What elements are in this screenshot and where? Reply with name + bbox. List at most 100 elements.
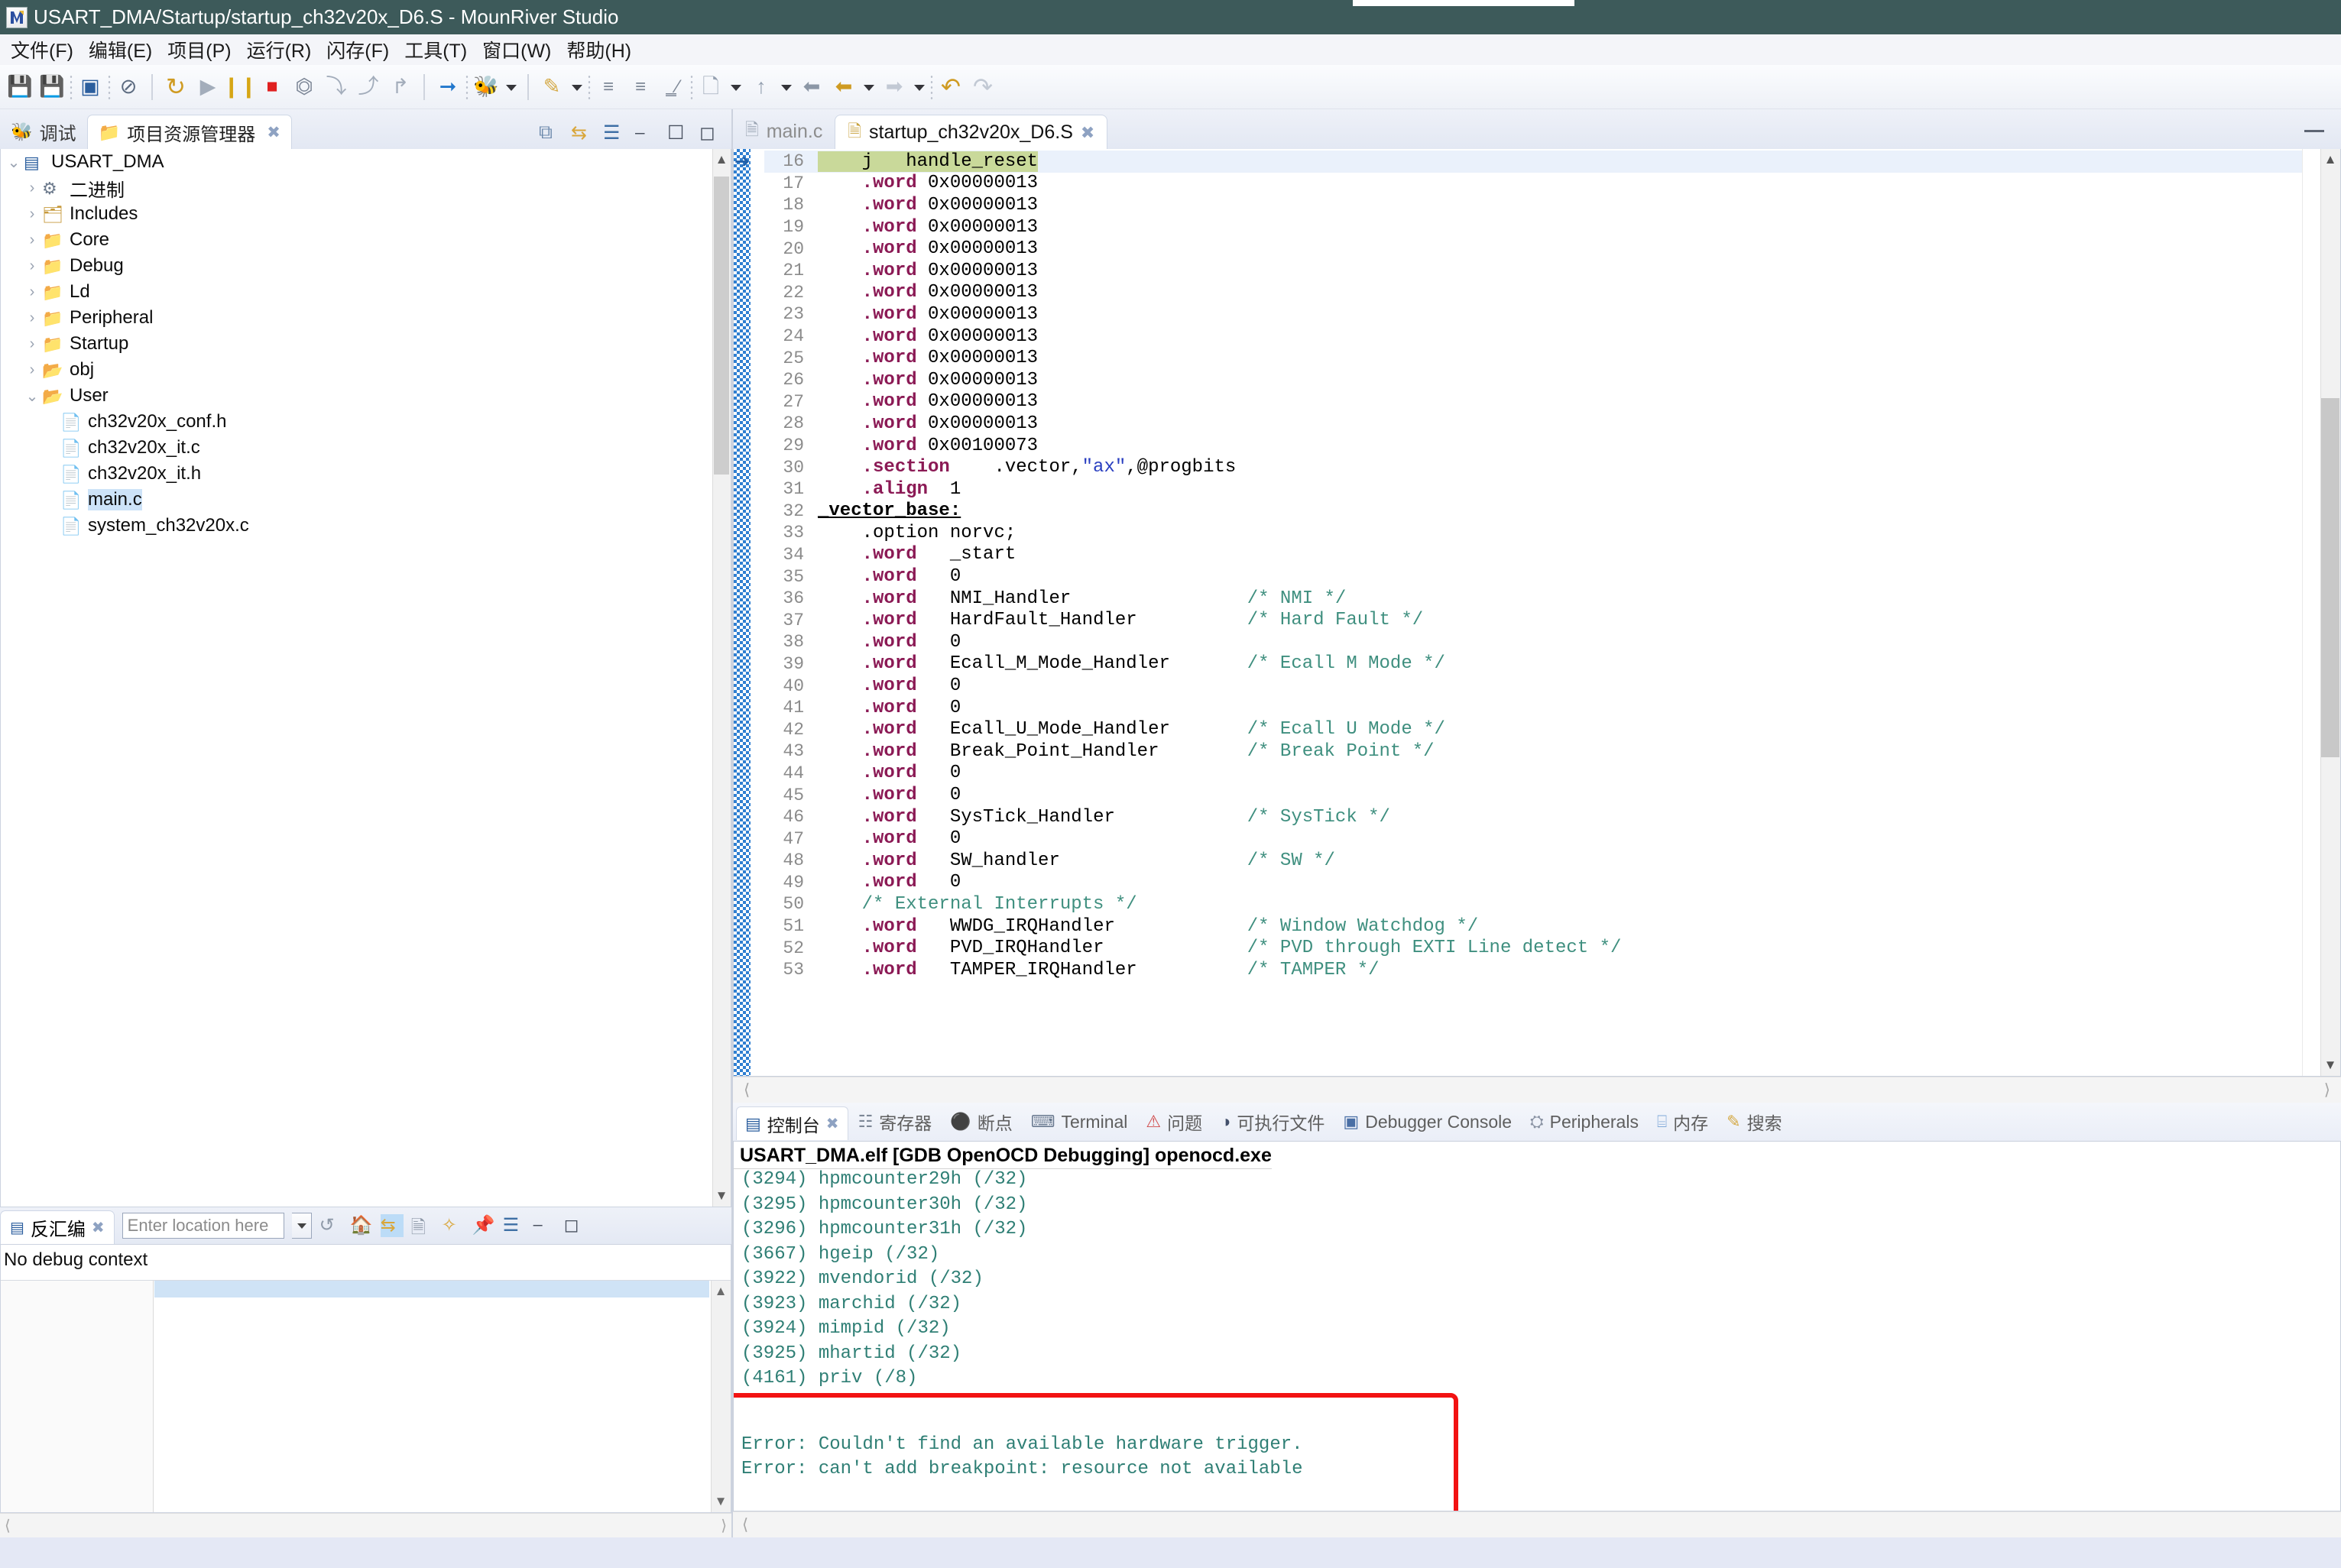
console-tab-peripherals[interactable]: ⛭ Peripherals bbox=[1522, 1105, 1647, 1139]
menu-edit[interactable]: 编辑(E) bbox=[81, 34, 160, 65]
console-tab-breakpoints[interactable]: ⚫ 断点 bbox=[942, 1105, 1020, 1139]
resume-icon[interactable]: ▶ bbox=[193, 72, 223, 102]
console-horizontal-scrollbar[interactable]: ⟨ bbox=[733, 1511, 2341, 1537]
code-line[interactable]: 19 .word 0x00000013 bbox=[764, 216, 2340, 238]
last-edit-location-icon[interactable]: ⬅ bbox=[796, 72, 827, 102]
forward-caret-icon[interactable] bbox=[911, 72, 928, 102]
disassembly-vertical-scrollbar[interactable]: ▲ ▼ bbox=[711, 1281, 731, 1512]
close-icon[interactable]: ✖ bbox=[826, 1114, 839, 1133]
code-line[interactable]: 32 _vector_base: bbox=[764, 501, 2340, 523]
collapsed-twisty-icon[interactable]: › bbox=[22, 335, 42, 353]
menu-file[interactable]: 文件(F) bbox=[3, 34, 81, 65]
disassembly-horizontal-scrollbar[interactable]: ⟨ ⟩ bbox=[0, 1513, 731, 1537]
back-icon[interactable]: ⬅ bbox=[828, 72, 859, 102]
view-tab-project-explorer[interactable]: 📁 项目资源管理器 ✖ bbox=[86, 115, 292, 150]
code-line[interactable]: 45 .word 0 bbox=[764, 784, 2340, 806]
expanded-twisty-icon[interactable]: ⌄ bbox=[22, 387, 42, 406]
code-line[interactable]: 46 .word SysTick_Handler /* SysTick */ bbox=[764, 806, 2340, 828]
show-source-icon[interactable]: 🗎 bbox=[411, 1214, 434, 1238]
collapsed-twisty-icon[interactable]: › bbox=[22, 361, 42, 379]
disconnect-icon[interactable]: ⏣ bbox=[289, 72, 319, 102]
code-line[interactable]: 22 .word 0x00000013 bbox=[764, 282, 2340, 304]
toolbar-grip[interactable] bbox=[107, 73, 112, 100]
debug-icon[interactable]: 🐝 bbox=[471, 72, 501, 102]
step-into-icon[interactable]: ⤵ bbox=[321, 72, 352, 102]
toolbar-grip[interactable] bbox=[465, 73, 469, 100]
menu-help[interactable]: 帮助(H) bbox=[559, 34, 639, 65]
minimize-icon[interactable]: ⎯ bbox=[533, 1214, 556, 1237]
menu-window[interactable]: 窗口(W) bbox=[475, 34, 559, 65]
location-dropdown-icon[interactable] bbox=[291, 1213, 312, 1239]
tree-item-ch32v20x-conf-h[interactable]: 📄 ch32v20x_conf.h bbox=[1, 409, 731, 435]
code-line[interactable]: 25 .word 0x00000013 bbox=[764, 347, 2340, 369]
link-with-editor-icon[interactable]: ⇆ bbox=[571, 121, 594, 144]
view-tab-disassembly[interactable]: ▤ 反汇编 ✖ bbox=[0, 1210, 115, 1244]
code-line[interactable]: 17 .word 0x00000013 bbox=[764, 173, 2340, 195]
code-line[interactable]: 39 .word Ecall_M_Mode_Handler /* Ecall M… bbox=[764, 653, 2340, 675]
code-line[interactable]: 35 .word 0 bbox=[764, 565, 2340, 588]
code-line[interactable]: 41 .word 0 bbox=[764, 697, 2340, 719]
code-line[interactable]: 38 .word 0 bbox=[764, 631, 2340, 653]
code-line[interactable]: 31 .align 1 bbox=[764, 478, 2340, 501]
back-caret-icon[interactable] bbox=[861, 72, 877, 102]
debug-dropdown-caret-icon[interactable] bbox=[503, 72, 520, 102]
toolbar-grip[interactable] bbox=[587, 73, 592, 100]
step-over-icon[interactable]: ⤴ bbox=[353, 72, 384, 102]
code-line[interactable]: 29 .word 0x00100073 bbox=[764, 435, 2340, 457]
code-line[interactable]: 42 .word Ecall_U_Mode_Handler /* Ecall U… bbox=[764, 718, 2340, 740]
download-file-icon[interactable]: 🗋 bbox=[695, 72, 726, 102]
new-c-file-icon[interactable]: ≡ bbox=[593, 72, 624, 102]
code-line[interactable]: 23 .word 0x00000013 bbox=[764, 303, 2340, 326]
view-menu-icon[interactable]: ☰ bbox=[503, 1214, 526, 1237]
editor-vertical-scrollbar[interactable]: ▲ ▼ bbox=[2320, 149, 2340, 1076]
upload-caret-icon[interactable] bbox=[778, 72, 795, 102]
scroll-down-icon[interactable]: ▼ bbox=[711, 1491, 731, 1512]
code-line[interactable]: 51 .word WWDG_IRQHandler /* Window Watch… bbox=[764, 915, 2340, 938]
menu-project[interactable]: 项目(P) bbox=[160, 34, 238, 65]
console-tab-console[interactable]: ▤ 控制台 ✖ bbox=[736, 1106, 848, 1140]
tree-vertical-scrollbar[interactable]: ▲ ▼ bbox=[712, 149, 731, 1207]
scroll-left-icon[interactable]: ⟨ bbox=[744, 1080, 750, 1100]
scroll-up-icon[interactable]: ▲ bbox=[712, 149, 731, 170]
maximize-icon[interactable]: ◻ bbox=[699, 121, 722, 144]
tree-item-debug[interactable]: › 📁 Debug bbox=[1, 253, 731, 279]
code-line[interactable]: 26 .word 0x00000013 bbox=[764, 369, 2340, 391]
flash-pencil-icon[interactable]: ✎ bbox=[537, 72, 567, 102]
collapsed-twisty-icon[interactable]: › bbox=[22, 283, 42, 301]
code-line[interactable]: 43 .word Break_Point_Handler /* Break Po… bbox=[764, 740, 2340, 763]
location-input[interactable]: Enter location here bbox=[122, 1213, 284, 1239]
collapsed-twisty-icon[interactable]: › bbox=[22, 232, 42, 249]
collapsed-twisty-icon[interactable]: › bbox=[22, 206, 42, 223]
build-icon[interactable]: ▣ bbox=[75, 72, 105, 102]
tree-item-ld[interactable]: › 📁 Ld bbox=[1, 279, 731, 305]
code-line[interactable]: 44 .word 0 bbox=[764, 763, 2340, 785]
editor-minimize-icon[interactable] bbox=[2303, 126, 2329, 138]
editor-overview-ruler[interactable] bbox=[2302, 149, 2320, 1076]
code-line[interactable]: 47 .word 0 bbox=[764, 828, 2340, 850]
code-line[interactable]: 30 .section .vector,"ax",@progbits bbox=[764, 456, 2340, 478]
code-line[interactable]: 49 .word 0 bbox=[764, 872, 2340, 894]
tree-item-usart-dma[interactable]: ⌄ ▤ USART_DMA bbox=[1, 149, 731, 175]
console-tab-registers[interactable]: ☷ 寄存器 bbox=[850, 1105, 941, 1139]
console-tab-terminal[interactable]: ⌨ Terminal bbox=[1023, 1105, 1136, 1139]
save-all-icon[interactable]: 💾 bbox=[37, 72, 67, 102]
console-tab-debugger-console[interactable]: ▣ Debugger Console bbox=[1334, 1105, 1520, 1139]
expanded-twisty-icon[interactable]: ⌄ bbox=[4, 153, 24, 172]
restart-icon[interactable]: ↻ bbox=[160, 72, 191, 102]
code-line[interactable]: 28 .word 0x00000013 bbox=[764, 413, 2340, 435]
console-tab-problems[interactable]: ⚠ 问题 bbox=[1137, 1105, 1211, 1139]
new-asm-file-icon[interactable]: ‗⁄ bbox=[657, 72, 688, 102]
tree-item--[interactable]: › ⚙ 二进制 bbox=[1, 175, 731, 201]
redo-nav-icon[interactable]: ↷ bbox=[968, 72, 998, 102]
code-line[interactable]: 53 .word TAMPER_IRQHandler /* TAMPER */ bbox=[764, 959, 2340, 981]
flash-dropdown-caret-icon[interactable] bbox=[569, 72, 585, 102]
forward-icon[interactable]: ➡ bbox=[879, 72, 909, 102]
code-line[interactable]: 18 .word 0x00000013 bbox=[764, 194, 2340, 216]
collapsed-twisty-icon[interactable]: › bbox=[22, 258, 42, 275]
new-view-icon[interactable]: ✧ bbox=[442, 1214, 465, 1237]
minimize-icon[interactable]: ⎯ bbox=[635, 121, 658, 144]
tree-item-peripheral[interactable]: › 📁 Peripheral bbox=[1, 305, 731, 331]
code-line[interactable]: 20 .word 0x00000013 bbox=[764, 238, 2340, 260]
terminate-icon[interactable]: ■ bbox=[257, 72, 287, 102]
toolbar-grip[interactable] bbox=[689, 73, 694, 100]
